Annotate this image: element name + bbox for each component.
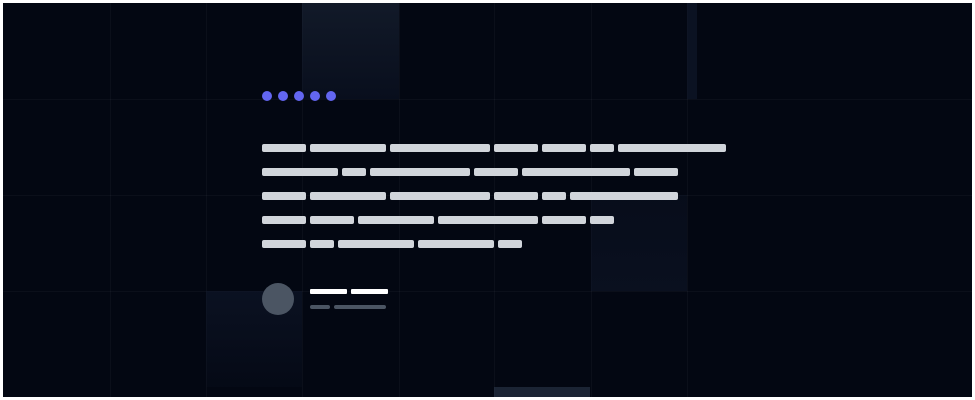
redacted-word (418, 240, 494, 248)
quote-line (262, 215, 732, 239)
grid-tile-highlight (687, 3, 697, 99)
redacted-word (494, 144, 538, 152)
star-icon (310, 91, 320, 101)
redacted-word (358, 216, 434, 224)
redacted-word (634, 168, 678, 176)
redacted-word (618, 144, 726, 152)
redacted-word (542, 216, 586, 224)
redacted-word (590, 144, 614, 152)
star-icon (326, 91, 336, 101)
redacted-word (522, 168, 630, 176)
redacted-word (310, 144, 386, 152)
star-rating (262, 91, 732, 101)
redacted-word (262, 216, 306, 224)
quote-line (262, 191, 732, 215)
quote-line (262, 143, 732, 167)
redacted-word (390, 144, 490, 152)
author-role (310, 305, 388, 309)
grid-tile-highlight (302, 3, 399, 99)
avatar (262, 283, 294, 315)
redacted-word (262, 168, 338, 176)
redacted-word (590, 216, 614, 224)
star-icon (278, 91, 288, 101)
redacted-word (262, 240, 306, 248)
redacted-word (390, 192, 490, 200)
redacted-word (542, 192, 566, 200)
testimonial-author (262, 283, 388, 315)
redacted-word (262, 144, 306, 152)
redacted-word (342, 168, 366, 176)
redacted-word (310, 240, 334, 248)
redacted-word (310, 216, 354, 224)
grid-line (3, 291, 972, 292)
redacted-word (262, 192, 306, 200)
redacted-word (542, 144, 586, 152)
redacted-word (310, 305, 330, 309)
star-icon (262, 91, 272, 101)
quote-line (262, 167, 732, 191)
redacted-word (370, 168, 470, 176)
testimonial-quote (262, 143, 732, 263)
author-meta (310, 289, 388, 309)
testimonial-section (3, 3, 972, 397)
redacted-word (334, 305, 386, 309)
grid-line (110, 3, 111, 397)
testimonial-card (262, 91, 732, 263)
redacted-word (438, 216, 538, 224)
star-icon (294, 91, 304, 101)
redacted-word (494, 192, 538, 200)
redacted-word (498, 240, 522, 248)
author-name (310, 289, 388, 295)
redacted-word (570, 192, 678, 200)
grid-tile-highlight (494, 387, 590, 397)
redacted-word (310, 289, 347, 294)
quote-line (262, 239, 732, 263)
redacted-word (474, 168, 518, 176)
redacted-word (310, 192, 386, 200)
redacted-word (338, 240, 414, 248)
redacted-word (351, 289, 388, 294)
